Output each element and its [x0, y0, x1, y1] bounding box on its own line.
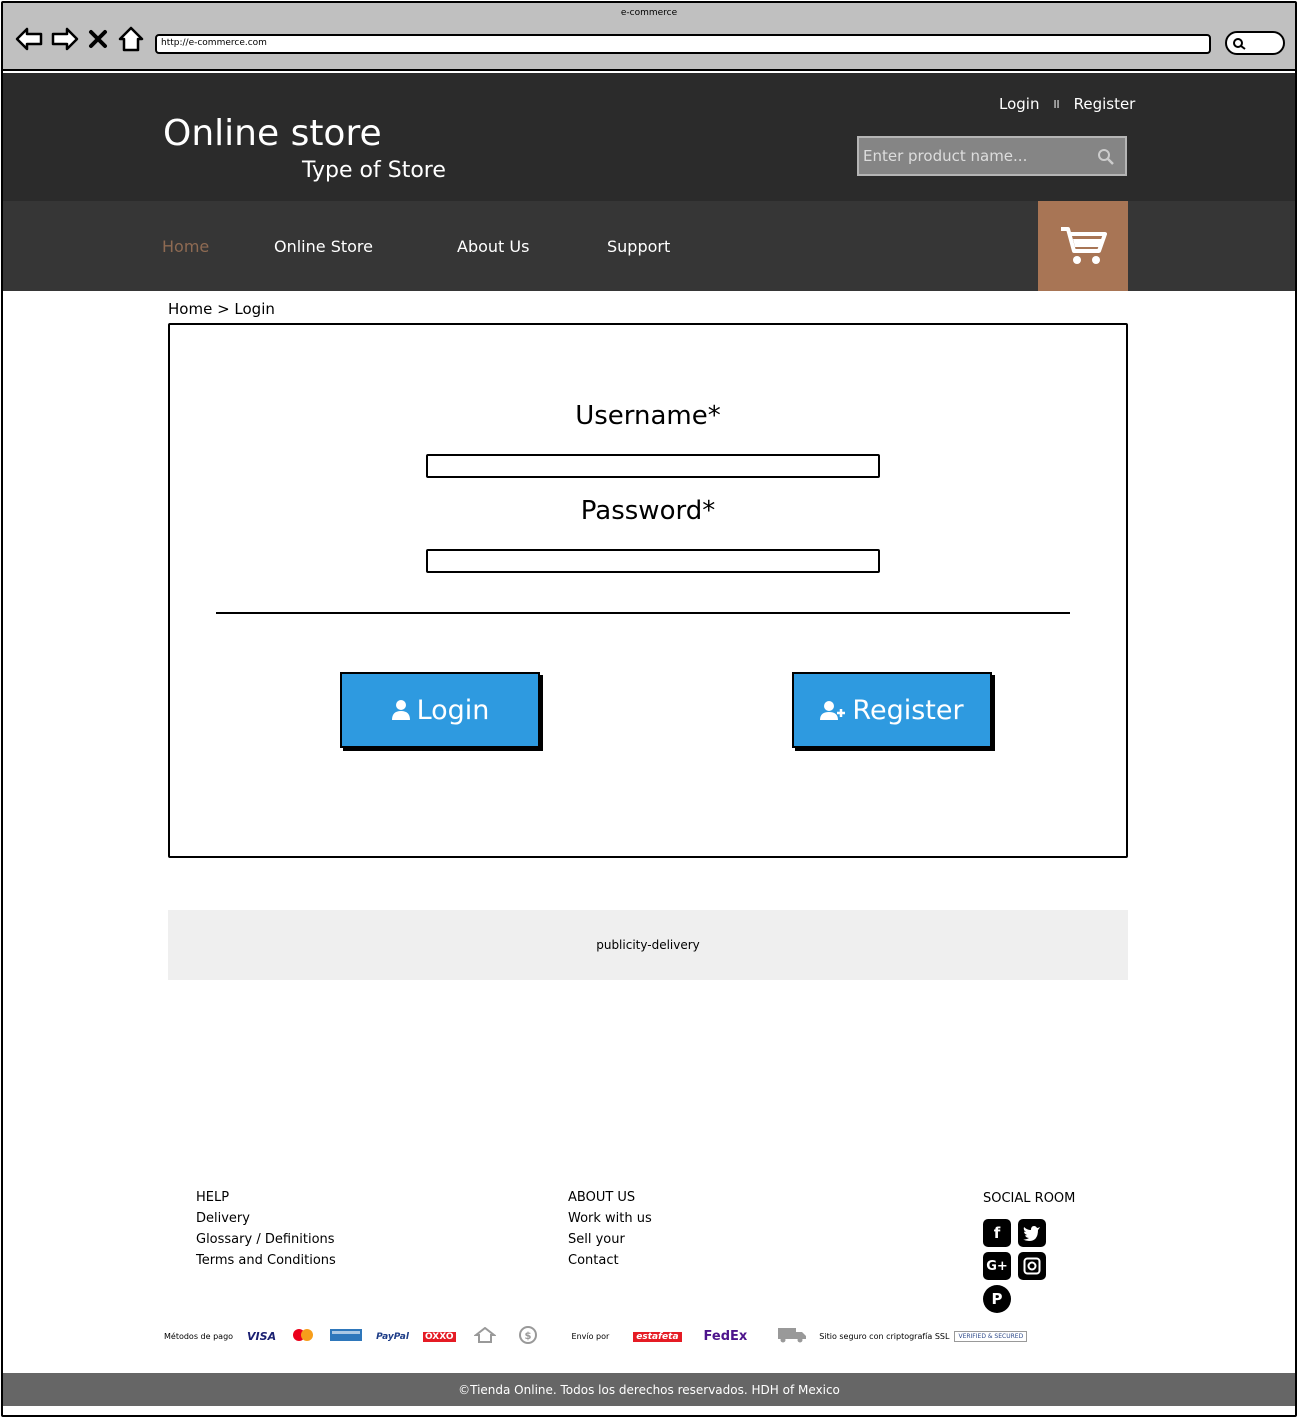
twitter-icon[interactable]	[1018, 1219, 1046, 1247]
main-nav: Home Online Store About Us Support	[3, 201, 1295, 291]
register-button-label: Register	[852, 694, 964, 726]
nav-item-about-us[interactable]: About Us	[457, 237, 529, 256]
search-icon	[1233, 38, 1246, 50]
footer-link-delivery[interactable]: Delivery	[196, 1208, 336, 1229]
browser-nav-icons	[15, 25, 145, 53]
header-register-link[interactable]: Register	[1074, 95, 1136, 115]
footer-about: ABOUT US Work with us Sell your Contact	[568, 1187, 652, 1271]
fedex-logo: FedEx	[703, 1329, 748, 1344]
product-search	[857, 136, 1127, 176]
window-title: e-commerce	[620, 8, 678, 18]
close-icon[interactable]	[87, 25, 109, 53]
svg-text:$: $	[524, 1331, 531, 1342]
add-user-icon	[820, 701, 846, 720]
shopping-cart-icon	[1061, 227, 1107, 264]
password-label: Password*	[580, 496, 716, 526]
mastercard-logo	[290, 1328, 316, 1345]
user-icon	[391, 700, 410, 720]
browser-search-field[interactable]	[1225, 31, 1285, 55]
browser-chrome: e-commerce http://e-commerce.com	[3, 3, 1295, 71]
ssl-badge: VERIFIED & SECURED	[954, 1331, 1028, 1342]
password-field[interactable]	[426, 549, 880, 573]
register-button[interactable]: Register	[792, 672, 992, 748]
bank-icon	[472, 1326, 497, 1346]
delivery-truck-icon	[777, 1327, 807, 1346]
site-header: Online store Type of Store Login ll Regi…	[3, 73, 1295, 201]
store-type: Type of Store	[302, 158, 446, 183]
footer-link-contact[interactable]: Contact	[568, 1250, 652, 1271]
login-button[interactable]: Login	[340, 672, 540, 748]
header-login-link[interactable]: Login	[999, 95, 1039, 115]
payment-label: Métodos de pago	[164, 1332, 234, 1341]
username-label: Username*	[575, 401, 721, 431]
pinterest-icon[interactable]: P	[983, 1285, 1011, 1313]
footer-link-terms[interactable]: Terms and Conditions	[196, 1250, 336, 1271]
form-divider	[216, 612, 1070, 614]
footer-link-sell[interactable]: Sell your	[568, 1229, 652, 1250]
breadcrumb[interactable]: Home > Login	[168, 300, 275, 318]
publicity-banner: publicity-delivery	[168, 910, 1128, 980]
login-button-label: Login	[416, 694, 490, 726]
cash-icon: $	[518, 1326, 538, 1347]
visa-logo: VISA	[247, 1330, 277, 1343]
forward-arrow-icon[interactable]	[51, 25, 79, 53]
nav-item-support[interactable]: Support	[607, 237, 670, 256]
google-plus-icon[interactable]: G+	[983, 1252, 1011, 1280]
username-field[interactable]	[426, 454, 880, 478]
url-bar[interactable]: http://e-commerce.com	[155, 34, 1211, 54]
footer-help: HELP Delivery Glossary / Definitions Ter…	[196, 1187, 336, 1271]
facebook-icon[interactable]: f	[983, 1219, 1011, 1247]
paypal-logo: PayPal	[376, 1331, 409, 1342]
login-panel: Username* Password* Login Register	[168, 323, 1128, 858]
store-name[interactable]: Online store	[163, 113, 382, 154]
oxxo-logo: OXXO	[422, 1331, 456, 1342]
back-arrow-icon[interactable]	[15, 25, 43, 53]
footer-help-title: HELP	[196, 1190, 230, 1205]
shipping-label: Envío por	[571, 1332, 610, 1341]
auth-links: Login ll Register	[999, 95, 1135, 115]
footer-link-work[interactable]: Work with us	[568, 1208, 652, 1229]
search-icon[interactable]	[1097, 148, 1115, 166]
nav-item-online-store[interactable]: Online Store	[274, 237, 373, 256]
footer-link-glossary[interactable]: Glossary / Definitions	[196, 1229, 336, 1250]
secure-label: Sitio seguro con criptografía SSL	[819, 1332, 950, 1341]
copyright-bar: ©Tienda Online. Todos los derechos reser…	[3, 1373, 1295, 1406]
amex-logo	[330, 1329, 363, 1344]
product-search-input[interactable]	[863, 142, 1085, 170]
payments-row: Métodos de pago VISA PayPal OXXO $ Envío…	[164, 1326, 1028, 1347]
social-title: SOCIAL ROOM	[983, 1191, 1076, 1206]
estafeta-logo: estafeta	[633, 1331, 682, 1342]
auth-separator: ll	[1053, 98, 1060, 111]
cart-button[interactable]	[1038, 201, 1128, 291]
footer-about-title: ABOUT US	[568, 1190, 636, 1205]
home-icon[interactable]	[117, 25, 145, 53]
instagram-icon[interactable]	[1018, 1252, 1046, 1280]
nav-item-home[interactable]: Home	[162, 237, 209, 256]
